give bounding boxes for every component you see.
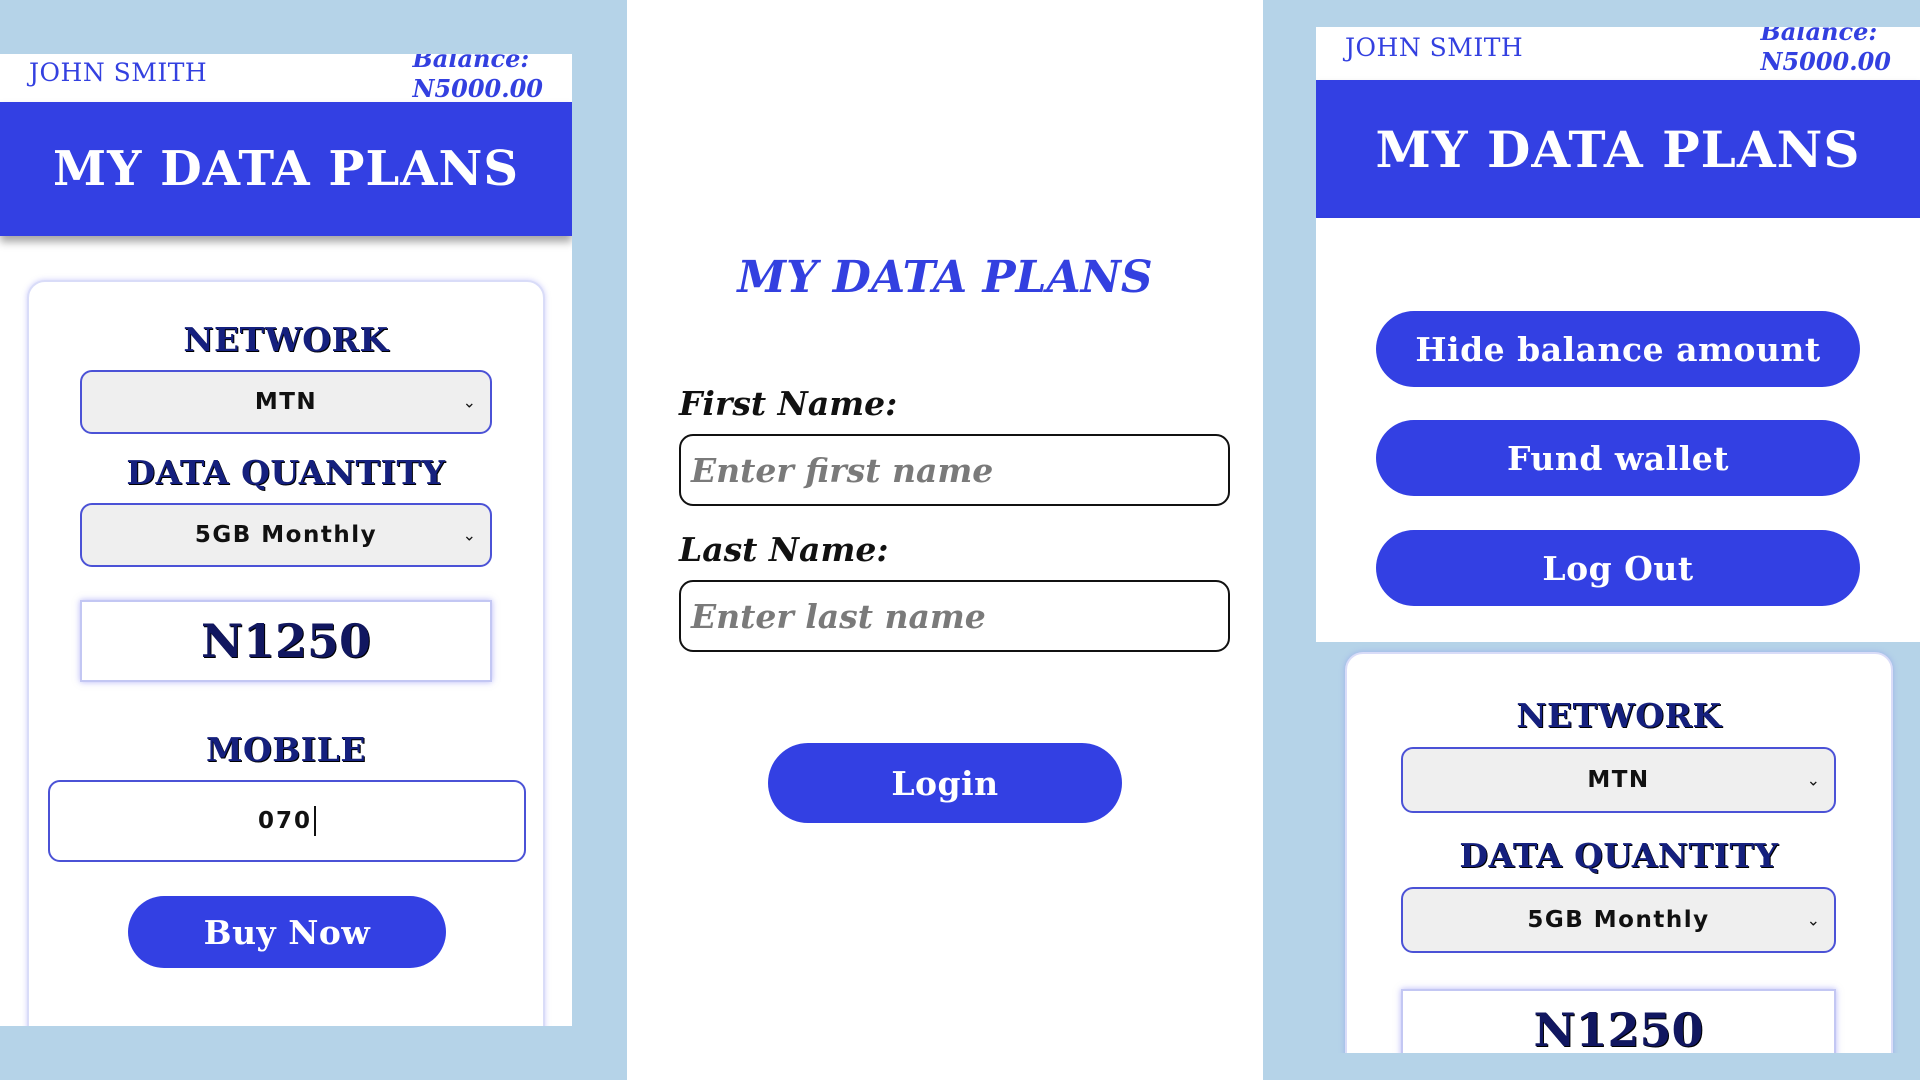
left-screen: JOHN SMITH Balance: N5000.00 MY DATA PLA… — [0, 0, 627, 1080]
balance-label: Balance: — [1760, 27, 1878, 46]
network-select[interactable]: MTN ⌄ — [80, 370, 492, 434]
last-name-input[interactable]: Enter last name — [679, 580, 1230, 652]
text-caret — [314, 806, 316, 836]
user-name: JOHN SMITH — [1345, 33, 1524, 62]
user-name: JOHN SMITH — [29, 58, 208, 87]
last-name-placeholder: Enter last name — [691, 596, 986, 636]
purchase-form-card: NETWORK MTN ⌄ DATA QUANTITY 5GB Monthly … — [27, 280, 545, 1026]
balance-value: N5000.00 — [412, 74, 544, 103]
data-quantity-select[interactable]: 5GB Monthly ⌄ — [80, 503, 492, 567]
balance-display: Balance: N5000.00 — [1761, 27, 1892, 77]
data-quantity-label: DATA QUANTITY — [126, 453, 446, 492]
app-title: MY DATA PLANS — [52, 141, 520, 197]
hide-balance-button[interactable]: Hide balance amount — [1376, 311, 1860, 387]
last-name-label: Last Name: — [679, 530, 889, 569]
price-display: N1250 — [80, 600, 492, 682]
middle-screen: MY DATA PLANS First Name: Enter first na… — [627, 0, 1263, 1080]
login-title: MY DATA PLANS — [737, 252, 1153, 303]
data-quantity-selected-value: 5GB Monthly — [1527, 907, 1710, 933]
network-selected-value: MTN — [1587, 767, 1650, 793]
first-name-placeholder: Enter first name — [691, 450, 994, 490]
mobile-label: MOBILE — [206, 730, 366, 769]
data-quantity-select[interactable]: 5GB Monthly ⌄ — [1401, 887, 1836, 953]
fund-wallet-button[interactable]: Fund wallet — [1376, 420, 1860, 496]
balance-label: Balance: — [412, 54, 530, 73]
balance-display: Balance: N5000.00 — [413, 54, 544, 104]
data-quantity-label: DATA QUANTITY — [1459, 836, 1779, 875]
mobile-input[interactable]: 070 — [48, 780, 526, 862]
purchase-form-card: NETWORK MTN ⌄ DATA QUANTITY 5GB Monthly … — [1345, 652, 1893, 1053]
user-topbar: JOHN SMITH Balance: N5000.00 — [0, 54, 572, 104]
network-label: NETWORK — [1516, 696, 1722, 735]
chevron-down-icon: ⌄ — [1806, 910, 1820, 930]
network-select[interactable]: MTN ⌄ — [1401, 747, 1836, 813]
mobile-input-value: 070 — [257, 808, 312, 834]
chevron-down-icon: ⌄ — [462, 392, 476, 412]
price-display: N1250 — [1401, 989, 1836, 1053]
app-header: MY DATA PLANS — [0, 102, 572, 236]
login-button[interactable]: Login — [768, 743, 1122, 823]
purchase-phone-screen: JOHN SMITH Balance: N5000.00 MY DATA PLA… — [0, 54, 572, 1026]
first-name-input[interactable]: Enter first name — [679, 434, 1230, 506]
buy-now-button[interactable]: Buy Now — [128, 896, 446, 968]
chevron-down-icon: ⌄ — [1806, 770, 1820, 790]
chevron-down-icon: ⌄ — [462, 525, 476, 545]
first-name-label: First Name: — [679, 384, 898, 423]
menu-sheet: Hide balance amount Fund wallet Log Out — [1316, 218, 1920, 642]
data-quantity-selected-value: 5GB Monthly — [194, 522, 378, 548]
log-out-button[interactable]: Log Out — [1376, 530, 1860, 606]
balance-value: N5000.00 — [1760, 47, 1892, 76]
menu-phone-screen: JOHN SMITH Balance: N5000.00 MY DATA PLA… — [1316, 27, 1920, 1053]
network-selected-value: MTN — [254, 389, 318, 415]
right-screen: JOHN SMITH Balance: N5000.00 MY DATA PLA… — [1263, 0, 1920, 1080]
network-label: NETWORK — [183, 320, 389, 359]
app-header: MY DATA PLANS — [1316, 80, 1920, 218]
user-topbar: JOHN SMITH Balance: N5000.00 — [1316, 27, 1920, 80]
app-title: MY DATA PLANS — [1375, 119, 1861, 179]
